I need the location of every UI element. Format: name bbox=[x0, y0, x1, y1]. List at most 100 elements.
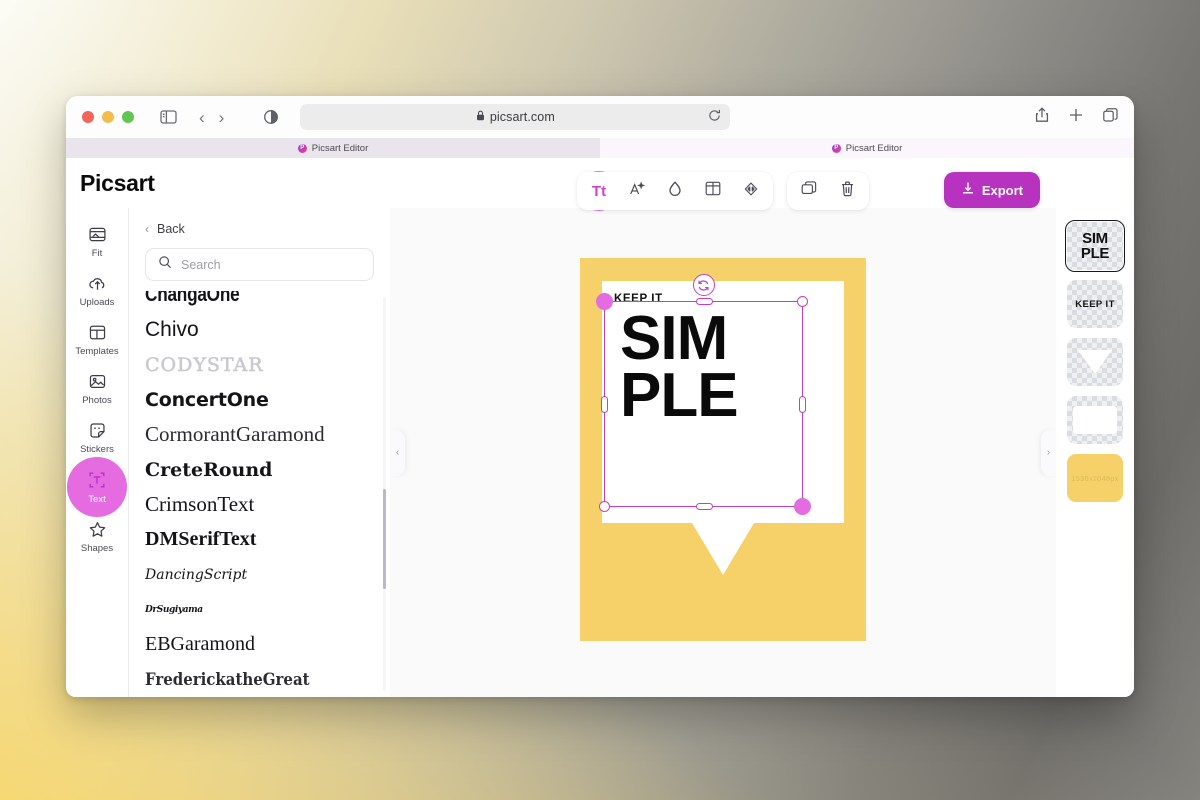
canvas-stage[interactable]: Tt Export KEEP IT SIM PLE bbox=[390, 171, 1056, 697]
url-text: picsart.com bbox=[489, 110, 555, 124]
font-list[interactable]: ChangaOne Chivo CODYSTAR ConcertOne Corm bbox=[129, 291, 390, 697]
layer-thumbnail-rectangle[interactable] bbox=[1067, 396, 1123, 444]
font-list-item[interactable]: DancingScript bbox=[145, 557, 374, 592]
font-list-item[interactable]: DrSugiyama bbox=[145, 592, 374, 627]
text-effects-button[interactable] bbox=[625, 179, 649, 203]
collapse-right-panel-button[interactable]: › bbox=[1041, 429, 1056, 476]
panel-back-button[interactable]: ‹ Back bbox=[129, 208, 390, 246]
artboard[interactable]: KEEP IT SIM PLE bbox=[580, 258, 866, 641]
a-sparkle-icon bbox=[628, 180, 646, 203]
layer-thumbnail-keep-it[interactable]: KEEP IT bbox=[1067, 280, 1123, 328]
font-style-button[interactable]: Tt bbox=[579, 171, 619, 211]
triangle-shape-icon bbox=[1078, 350, 1112, 374]
font-style-label: Tt bbox=[591, 182, 607, 200]
tool-rail: Fit Uploads Templates Photos Stickers Te… bbox=[66, 208, 128, 697]
sidebar-item-templates[interactable]: Templates bbox=[68, 316, 126, 363]
align-grid-icon bbox=[704, 180, 722, 202]
reload-icon[interactable] bbox=[708, 109, 721, 125]
templates-grid-icon bbox=[88, 323, 107, 342]
app-body: Fit Uploads Templates Photos Stickers Te… bbox=[66, 171, 1134, 697]
resize-handle-left[interactable] bbox=[601, 396, 608, 413]
window-controls[interactable] bbox=[82, 111, 134, 123]
sidebar-item-stickers[interactable]: Stickers bbox=[68, 414, 126, 461]
search-input[interactable] bbox=[181, 257, 361, 272]
font-list-item[interactable]: FrederickatheGreat bbox=[145, 662, 347, 697]
text-toolbar: Tt bbox=[577, 171, 869, 211]
rotate-handle[interactable] bbox=[692, 274, 715, 296]
font-list-item[interactable]: ChangaOne bbox=[145, 291, 333, 312]
collapse-right-chevron-icon: › bbox=[1046, 447, 1051, 458]
diamond-arrows-icon bbox=[741, 181, 761, 202]
font-name: DancingScript bbox=[145, 566, 248, 583]
font-name: CreteRound bbox=[145, 458, 273, 481]
close-window-button[interactable] bbox=[82, 111, 94, 123]
duplicate-layer-button[interactable] bbox=[797, 179, 821, 203]
search-icon bbox=[158, 255, 172, 274]
collapse-left-panel-button[interactable]: ‹ bbox=[390, 429, 405, 476]
address-bar[interactable]: picsart.com bbox=[300, 104, 731, 130]
resize-handle-top[interactable] bbox=[695, 298, 713, 305]
browser-tab-2[interactable]: P Picsart Editor bbox=[600, 138, 1134, 158]
sidebar-item-text[interactable]: Text bbox=[68, 463, 126, 511]
plus-icon[interactable] bbox=[1069, 108, 1083, 127]
export-button[interactable]: Export bbox=[943, 172, 1040, 208]
blend-button[interactable] bbox=[739, 179, 763, 203]
layer-thumbnail-simple[interactable]: SIM PLE bbox=[1065, 220, 1125, 272]
chevron-left-icon: ‹ bbox=[145, 222, 149, 236]
font-list-item[interactable]: EBGaramond bbox=[145, 627, 374, 662]
sidebar-toggle-icon[interactable] bbox=[160, 110, 177, 124]
resize-handle-top-left[interactable] bbox=[596, 293, 613, 310]
tab-overview-icon[interactable] bbox=[1103, 107, 1118, 127]
sidebar-item-shapes[interactable]: Shapes bbox=[68, 513, 126, 560]
resize-handle-bottom[interactable] bbox=[695, 503, 713, 510]
font-list-item[interactable]: Chivo bbox=[145, 312, 374, 347]
layers-panel: SIM PLE KEEP IT 1536x2048px bbox=[1056, 208, 1134, 697]
sidebar-item-fit[interactable]: Fit bbox=[68, 218, 126, 265]
minimize-window-button[interactable] bbox=[102, 111, 114, 123]
font-list-item[interactable]: CreteRound bbox=[145, 452, 374, 487]
font-list-item[interactable]: CrimsonText bbox=[145, 487, 374, 522]
selection-frame bbox=[596, 274, 811, 515]
share-icon[interactable] bbox=[1035, 106, 1049, 128]
sidebar-item-stickers-label: Stickers bbox=[80, 444, 114, 455]
font-name: DMSerifText bbox=[145, 528, 257, 550]
privacy-shield-icon[interactable] bbox=[264, 110, 279, 124]
font-list-item[interactable]: CormorantGaramond bbox=[145, 417, 374, 452]
font-list-scrollbar-thumb[interactable] bbox=[382, 489, 386, 589]
star-shape-icon bbox=[88, 520, 107, 539]
layer-thumbnail-triangle[interactable] bbox=[1067, 338, 1123, 386]
font-list-item[interactable]: DMSerifText bbox=[145, 522, 374, 557]
forward-chevron-icon[interactable]: › bbox=[219, 109, 225, 126]
rectangle-shape-icon bbox=[1073, 406, 1117, 434]
font-name: ChangaOne bbox=[145, 291, 240, 306]
delete-layer-button[interactable] bbox=[835, 179, 859, 203]
text-align-button[interactable] bbox=[701, 179, 725, 203]
browser-toolbar: ‹ › picsart.com bbox=[66, 96, 1134, 138]
resize-handle-bottom-right[interactable] bbox=[794, 498, 811, 515]
back-chevron-icon[interactable]: ‹ bbox=[199, 109, 205, 126]
picsart-logo[interactable]: Picsart bbox=[80, 170, 155, 197]
text-font-panel: ‹ Back ChangaOne bbox=[128, 208, 390, 697]
navigation-arrows[interactable]: ‹ › bbox=[199, 109, 224, 126]
layer-thumbnail-background[interactable]: 1536x2048px bbox=[1067, 454, 1123, 502]
sidebar-item-uploads[interactable]: Uploads bbox=[68, 267, 126, 314]
font-list-item[interactable]: ConcertOne bbox=[145, 382, 374, 417]
sidebar-item-templates-label: Templates bbox=[75, 346, 119, 357]
resize-handle-bottom-left[interactable] bbox=[599, 501, 610, 512]
font-list-item[interactable]: CODYSTAR bbox=[145, 347, 374, 382]
maximize-window-button[interactable] bbox=[122, 111, 134, 123]
layer-thumbnail-label: KEEP IT bbox=[1075, 298, 1115, 310]
browser-tab-1[interactable]: P Picsart Editor bbox=[66, 138, 600, 158]
browser-window: ‹ › picsart.com P Picsart Editor P Picsa… bbox=[66, 96, 1134, 697]
copy-icon bbox=[800, 180, 818, 202]
resize-handle-top-right[interactable] bbox=[797, 296, 808, 307]
sidebar-item-text-label: Text bbox=[88, 494, 106, 505]
sidebar-item-photos[interactable]: Photos bbox=[68, 365, 126, 412]
resize-handle-right[interactable] bbox=[799, 396, 806, 413]
sidebar-item-uploads-label: Uploads bbox=[79, 297, 115, 308]
font-name: Chivo bbox=[145, 317, 199, 341]
text-color-button[interactable] bbox=[663, 179, 687, 203]
font-search-field[interactable] bbox=[145, 248, 374, 281]
browser-actions bbox=[1035, 106, 1118, 128]
browser-tab-1-title: Picsart Editor bbox=[311, 142, 369, 154]
